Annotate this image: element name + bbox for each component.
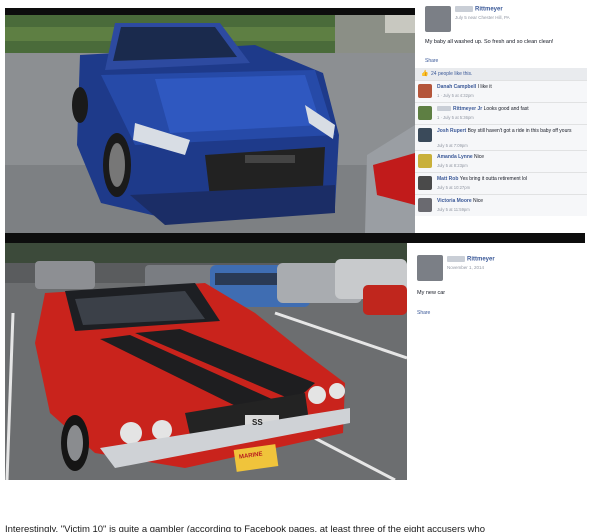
redacted-name-block: [455, 6, 473, 12]
comment-text: Looks good and fast: [483, 106, 529, 112]
commenter-name[interactable]: Josh Rupert: [437, 128, 466, 134]
article-text: Interestingly, "Victim 10" is quite a ga…: [5, 524, 486, 532]
likes-bar: 👍 24 people like this.: [415, 68, 587, 80]
middle-black-bar: [5, 233, 585, 243]
comment: Rittmeyer Jr Looks good and fast 1 · Jul…: [415, 102, 587, 124]
comment-text: Boy still haven't got a ride in this bab…: [467, 128, 572, 134]
comment-time: July 5 at 7:09pm: [437, 143, 468, 148]
comment-text: Nice: [474, 154, 485, 160]
share-link[interactable]: Share: [417, 310, 430, 316]
post-text: My new car: [417, 290, 446, 296]
comment-time: 1 · July 5 at 4:32pm: [437, 93, 474, 98]
comment-text: I like it: [477, 84, 492, 90]
comment: Matt Rob Yes bring it outta retirement l…: [415, 172, 587, 194]
comment-text: Yes bring it outta retirement lol: [459, 176, 528, 182]
facebook-post-2: Rittmeyer November 1, 2014 My new car Sh…: [407, 243, 587, 480]
comment-time: July 5 at 8:23pm: [437, 163, 468, 168]
thumbs-up-icon: 👍: [421, 71, 429, 77]
commenter-name[interactable]: Danah Campbell: [437, 84, 476, 90]
likes-count[interactable]: 24 people like this.: [431, 71, 472, 77]
post-meta: November 1, 2014: [447, 265, 485, 270]
commenter-avatar: [418, 198, 432, 212]
comment-time: July 5 at 10:27pm: [437, 185, 471, 190]
comment-time: July 5 at 11:59pm: [437, 207, 470, 212]
redacted-name-block: [447, 256, 465, 262]
comment: Josh Rupert Boy still haven't got a ride…: [415, 124, 587, 150]
commenter-avatar: [418, 128, 432, 142]
grille-badge: SS: [252, 418, 263, 427]
post-meta: July 5 near Chester Hill, PA: [455, 15, 510, 20]
commenter-avatar: [418, 176, 432, 190]
comment: Victoria Moore Nice July 5 at 11:59pm: [415, 194, 587, 216]
facebook-post-1: Rittmeyer July 5 near Chester Hill, PA M…: [415, 0, 590, 230]
commenter-avatar: [418, 106, 432, 120]
commenter-name[interactable]: Amanda Lynne: [437, 154, 473, 160]
comment-time: 1 · July 5 at 5:36pm: [437, 115, 474, 120]
commenter-name[interactable]: Matt Rob: [437, 176, 458, 182]
commenter-avatar: [418, 154, 432, 168]
share-link[interactable]: Share: [425, 58, 438, 64]
author-avatar: [417, 255, 443, 281]
comment-text: Nice: [473, 198, 484, 204]
author-avatar: [425, 6, 451, 32]
commenter-name[interactable]: Rittmeyer Jr: [453, 106, 482, 112]
comment: Danah Campbell I like it 1 · July 5 at 4…: [415, 80, 587, 102]
post-author[interactable]: Rittmeyer: [455, 6, 503, 13]
post-author[interactable]: Rittmeyer: [447, 256, 495, 263]
red-car-photo: SS: [5, 243, 407, 480]
redacted-name-block: [437, 106, 451, 112]
commenter-avatar: [418, 84, 432, 98]
blue-car-photo: [5, 15, 415, 233]
commenter-name[interactable]: Victoria Moore: [437, 198, 472, 204]
comment: Amanda Lynne Nice July 5 at 8:23pm: [415, 150, 587, 172]
post-text: My baby all washed up. So fresh and so c…: [425, 39, 554, 45]
